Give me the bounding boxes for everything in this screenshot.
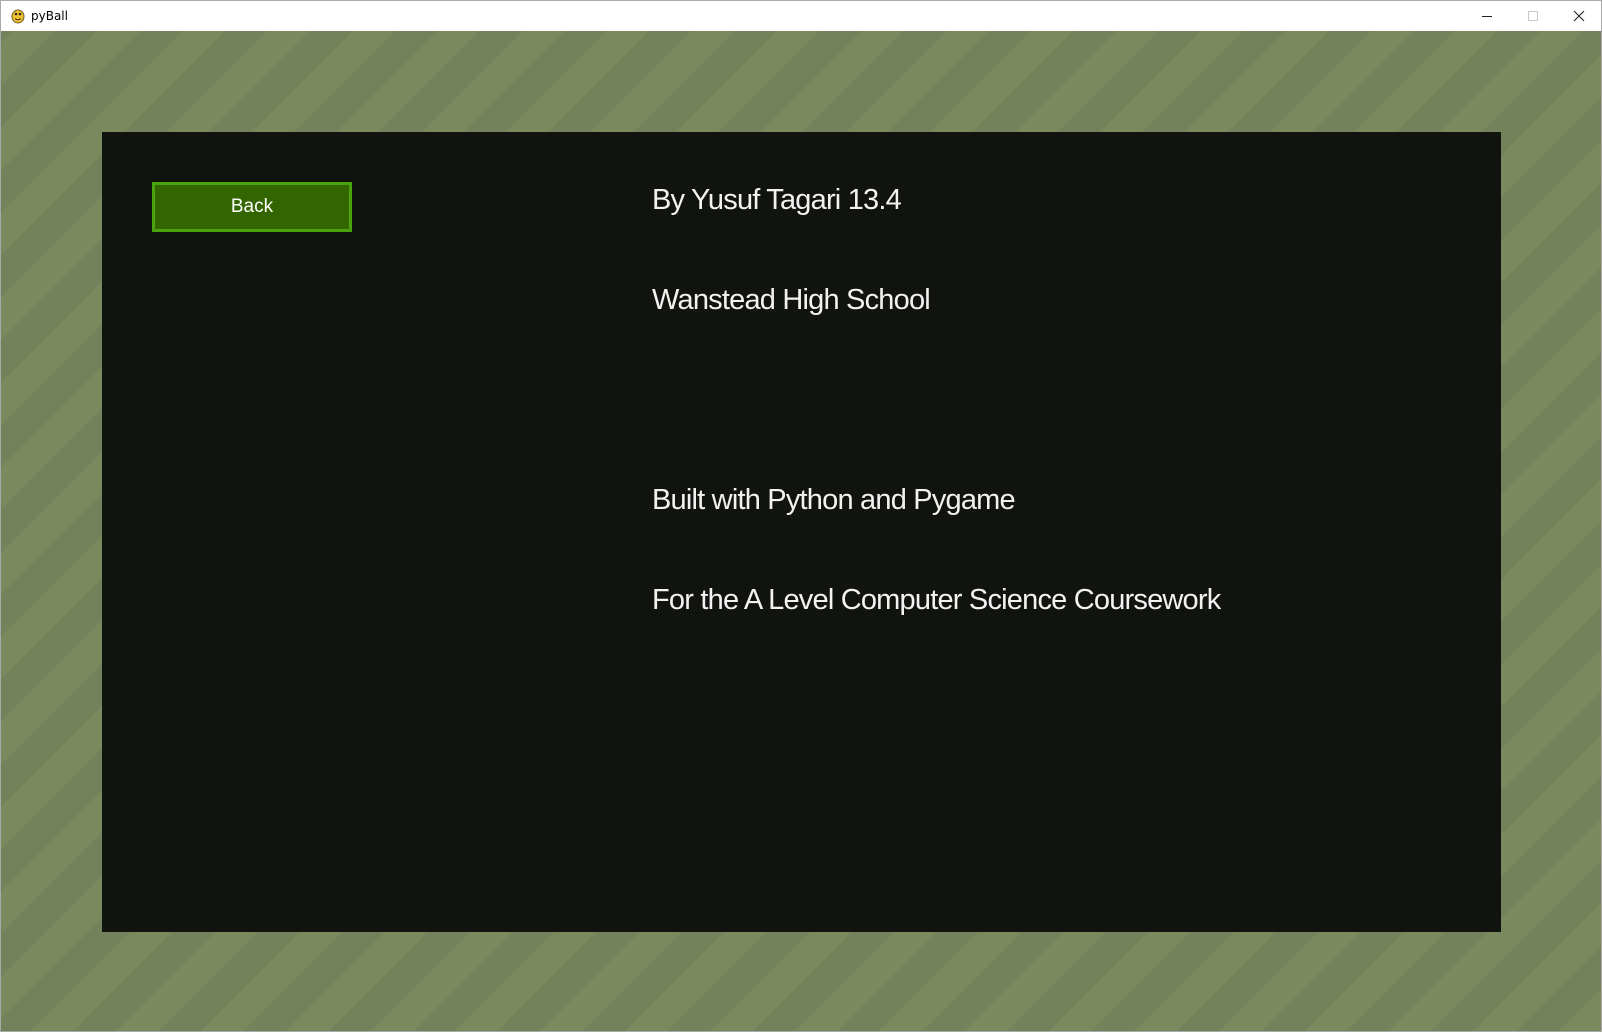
game-canvas: Back By Yusuf Tagari 13.4 Wanstead High … xyxy=(1,31,1601,1031)
maximize-button[interactable] xyxy=(1510,1,1556,31)
back-button[interactable]: Back xyxy=(152,182,352,232)
minimize-button[interactable] xyxy=(1464,1,1510,31)
author-credit: By Yusuf Tagari 13.4 xyxy=(652,184,902,216)
back-button-label: Back xyxy=(230,196,274,217)
minimize-icon xyxy=(1482,16,1492,17)
close-button[interactable] xyxy=(1556,1,1601,31)
window-title: pyBall xyxy=(31,9,68,23)
title-bar[interactable]: pyBall xyxy=(1,1,1601,31)
close-icon xyxy=(1573,10,1585,22)
credits-panel: Back By Yusuf Tagari 13.4 Wanstead High … xyxy=(102,132,1501,932)
application-window: pyBall Back By Yusuf Tagari 13.4 Wanstea… xyxy=(0,0,1602,1032)
coursework-credit: For the A Level Computer Science Coursew… xyxy=(652,584,1221,616)
built-with-credit: Built with Python and Pygame xyxy=(652,484,1016,516)
maximize-icon xyxy=(1528,11,1538,21)
pygame-icon xyxy=(10,8,26,24)
school-credit: Wanstead High School xyxy=(652,284,931,316)
